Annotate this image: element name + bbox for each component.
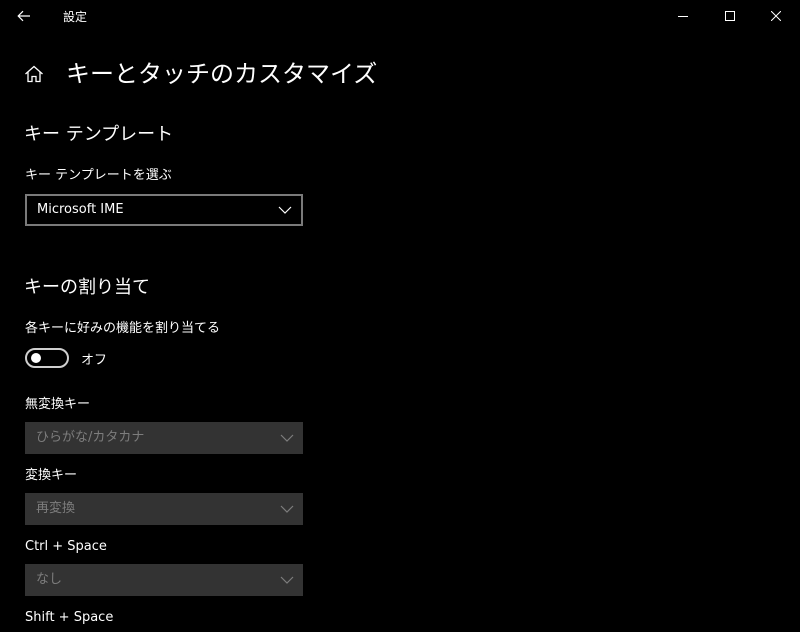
henkan-key-value: 再変換 xyxy=(36,501,76,516)
back-arrow-icon xyxy=(17,10,30,22)
henkan-key-label: 変換キー xyxy=(25,468,78,483)
close-icon xyxy=(771,11,781,21)
key-assign-section-title: キーの割り当て xyxy=(24,277,150,298)
home-button[interactable] xyxy=(22,62,46,86)
key-template-section-title: キー テンプレート xyxy=(24,124,174,145)
assign-toggle[interactable] xyxy=(25,348,69,368)
app-title: 設定 xyxy=(63,10,88,24)
minimize-button[interactable] xyxy=(660,0,706,32)
ctrl-space-label: Ctrl + Space xyxy=(25,539,107,554)
title-bar: 設定 xyxy=(0,0,800,32)
ctrl-space-dropdown[interactable]: なし xyxy=(25,564,303,596)
page-header: キーとタッチのカスタマイズ xyxy=(22,54,377,94)
chevron-down-icon xyxy=(271,494,303,524)
back-button[interactable] xyxy=(8,3,40,29)
toggle-state-label: オフ xyxy=(81,352,108,368)
shift-space-label: Shift + Space xyxy=(25,610,114,625)
muhenkan-key-dropdown[interactable]: ひらがな/カタカナ xyxy=(25,422,303,454)
maximize-icon xyxy=(725,11,735,21)
chevron-down-icon xyxy=(271,423,303,453)
muhenkan-key-label: 無変換キー xyxy=(25,397,91,412)
henkan-key-dropdown[interactable]: 再変換 xyxy=(25,493,303,525)
maximize-button[interactable] xyxy=(707,0,753,32)
settings-window: 設定 キーとタッチのカスタマイズ キー テンプレート キー テンプレートを選ぶ xyxy=(0,0,800,632)
key-template-dropdown[interactable]: Microsoft IME xyxy=(25,194,303,226)
home-icon xyxy=(25,65,43,83)
assign-toggle-row: オフ xyxy=(25,347,107,369)
close-button[interactable] xyxy=(753,0,799,32)
key-template-selected: Microsoft IME xyxy=(37,202,124,217)
ctrl-space-value: なし xyxy=(36,572,63,587)
key-template-label: キー テンプレートを選ぶ xyxy=(25,168,172,183)
page-title: キーとタッチのカスタマイズ xyxy=(66,60,378,88)
toggle-knob xyxy=(31,353,41,363)
chevron-down-icon xyxy=(271,565,303,595)
assign-toggle-label: 各キーに好みの機能を割り当てる xyxy=(25,321,221,336)
muhenkan-key-value: ひらがな/カタカナ xyxy=(36,430,145,445)
chevron-down-icon xyxy=(269,195,301,225)
minimize-icon xyxy=(678,16,688,17)
